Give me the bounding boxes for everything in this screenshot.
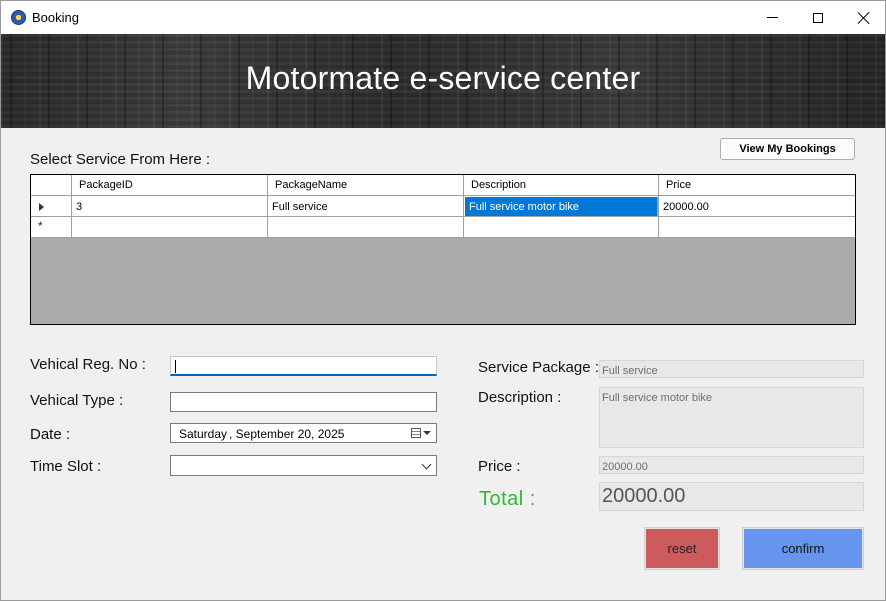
column-header-description[interactable]: Description (464, 175, 659, 195)
date-day: Saturday (179, 427, 228, 441)
close-icon (858, 12, 870, 24)
description-label: Description : (478, 389, 562, 406)
price-field: 20000.00 (599, 456, 864, 474)
cell-packagename[interactable]: Full service (268, 196, 464, 216)
date-rest: , September 20, 2025 (229, 427, 345, 441)
page-title: Motormate e-service center (245, 60, 641, 96)
total-label: Total : (479, 488, 536, 510)
packages-grid[interactable]: PackageID PackageName Description Price … (30, 174, 856, 325)
app-gear-icon (11, 10, 26, 25)
booking-window: Booking Motormate e-service center Selec… (0, 0, 886, 601)
new-row[interactable]: * (31, 217, 855, 238)
date-label: Date : (30, 426, 71, 443)
current-row-arrow-icon (39, 203, 44, 211)
vehicle-type-input[interactable] (170, 392, 437, 412)
calendar-icon[interactable] (411, 428, 421, 438)
new-row-marker: * (38, 219, 43, 233)
service-package-field: Full service (599, 360, 864, 378)
total-field: 20000.00 (599, 482, 864, 511)
column-header-price[interactable]: Price (659, 175, 855, 195)
new-cell-packagename[interactable] (268, 217, 464, 237)
view-my-bookings-button[interactable]: View My Bookings (720, 138, 855, 160)
reg-no-input[interactable] (170, 356, 437, 376)
reset-button[interactable]: reset (644, 527, 720, 570)
close-button[interactable] (841, 1, 885, 34)
confirm-button[interactable]: confirm (742, 527, 864, 570)
select-service-label: Select Service From Here : (30, 151, 211, 168)
row-selector[interactable]: * (31, 217, 72, 237)
header-banner: Motormate e-service center (1, 34, 885, 128)
grid-header-row: PackageID PackageName Description Price (31, 175, 855, 196)
minimize-icon (766, 17, 778, 18)
reg-no-label: Vehical Reg. No : (30, 356, 146, 373)
cell-price[interactable]: 20000.00 (659, 196, 855, 216)
column-header-packagename[interactable]: PackageName (268, 175, 464, 195)
text-caret (175, 360, 176, 373)
maximize-icon (813, 12, 823, 23)
new-cell-description[interactable] (464, 217, 659, 237)
column-header-packageid[interactable]: PackageID (72, 175, 268, 195)
time-slot-label: Time Slot : (30, 458, 102, 475)
description-field: Full service motor bike (599, 387, 864, 448)
table-row[interactable]: 3 Full service Full service motor bike 2… (31, 196, 855, 217)
row-header-corner (31, 175, 72, 195)
cell-packageid[interactable]: 3 (72, 196, 268, 216)
new-cell-price[interactable] (659, 217, 855, 237)
cell-description[interactable]: Full service motor bike (465, 197, 658, 216)
new-cell-packageid[interactable] (72, 217, 268, 237)
chevron-down-icon (421, 459, 432, 470)
row-selector[interactable] (31, 196, 72, 216)
service-package-label: Service Package : (478, 359, 599, 376)
title-bar: Booking (1, 1, 885, 34)
minimize-button[interactable] (749, 1, 795, 34)
time-slot-select[interactable] (170, 455, 437, 476)
window-title: Booking (32, 10, 79, 25)
date-picker[interactable]: Saturday , September 20, 2025 (170, 423, 437, 443)
price-label: Price : (478, 458, 521, 475)
maximize-button[interactable] (795, 1, 841, 34)
dropdown-arrow-icon[interactable] (423, 431, 431, 435)
vehicle-type-label: Vehical Type : (30, 392, 124, 409)
